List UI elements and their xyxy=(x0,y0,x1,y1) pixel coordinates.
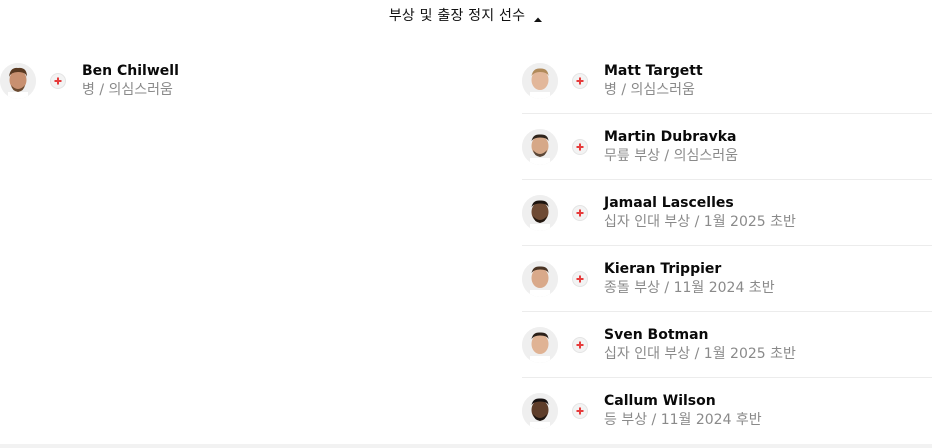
player-status: 십자 인대 부상 / 1월 2025 초반 xyxy=(604,345,796,362)
player-name[interactable]: Sven Botman xyxy=(604,326,796,345)
player-row[interactable]: Martin Dubravka 무릎 부상 / 의심스러움 xyxy=(522,114,932,180)
player-status: 무릎 부상 / 의심스러움 xyxy=(604,147,738,164)
player-avatar xyxy=(522,194,558,231)
section-header[interactable]: 부상 및 출장 정지 선수 xyxy=(0,0,932,30)
injury-cross-icon xyxy=(572,403,588,419)
player-name[interactable]: Martin Dubravka xyxy=(604,128,738,147)
right-player-list: Matt Targett 병 / 의심스러움 Martin Dubravka 무… xyxy=(522,48,932,444)
player-row[interactable]: Kieran Trippier 종돌 부상 / 11월 2024 초반 xyxy=(522,246,932,312)
player-avatar xyxy=(522,128,558,165)
player-status: 등 부상 / 11월 2024 후반 xyxy=(604,412,762,428)
player-row[interactable]: Matt Targett 병 / 의심스러움 xyxy=(522,48,932,114)
player-avatar xyxy=(522,326,558,363)
player-name[interactable]: Ben Chilwell xyxy=(82,62,179,81)
injury-cross-icon xyxy=(572,204,588,221)
player-row[interactable]: Callum Wilson 등 부상 / 11월 2024 후반 xyxy=(522,378,932,444)
player-name[interactable]: Jamaal Lascelles xyxy=(604,194,796,213)
injury-cross-icon xyxy=(572,336,588,353)
player-status: 종돌 부상 / 11월 2024 초반 xyxy=(604,279,775,296)
section-title: 부상 및 출장 정지 선수 xyxy=(388,8,526,24)
player-avatar xyxy=(0,63,36,99)
player-avatar xyxy=(522,62,558,99)
player-avatar xyxy=(522,393,558,429)
player-status: 십자 인대 부상 / 1월 2025 초반 xyxy=(604,213,796,230)
caret-up-icon[interactable] xyxy=(533,10,543,22)
player-row[interactable]: Sven Botman 십자 인대 부상 / 1월 2025 초반 xyxy=(522,312,932,378)
player-status: 병 / 의심스러움 xyxy=(604,81,695,98)
left-player-list: Ben Chilwell 병 / 의심스러움 xyxy=(0,48,300,114)
injury-cross-icon xyxy=(572,138,588,155)
injury-cross-icon xyxy=(572,72,588,89)
player-name[interactable]: Callum Wilson xyxy=(604,392,762,411)
player-status: 병 / 의심스러움 xyxy=(82,82,173,98)
player-name[interactable]: Matt Targett xyxy=(604,62,703,81)
player-name[interactable]: Kieran Trippier xyxy=(604,260,775,279)
player-avatar xyxy=(522,260,558,297)
bottom-divider xyxy=(0,444,932,448)
player-row[interactable]: Ben Chilwell 병 / 의심스러움 xyxy=(0,48,300,114)
injury-cross-icon xyxy=(572,270,588,287)
player-row[interactable]: Jamaal Lascelles 십자 인대 부상 / 1월 2025 초반 xyxy=(522,180,932,246)
injury-cross-icon xyxy=(50,73,66,89)
